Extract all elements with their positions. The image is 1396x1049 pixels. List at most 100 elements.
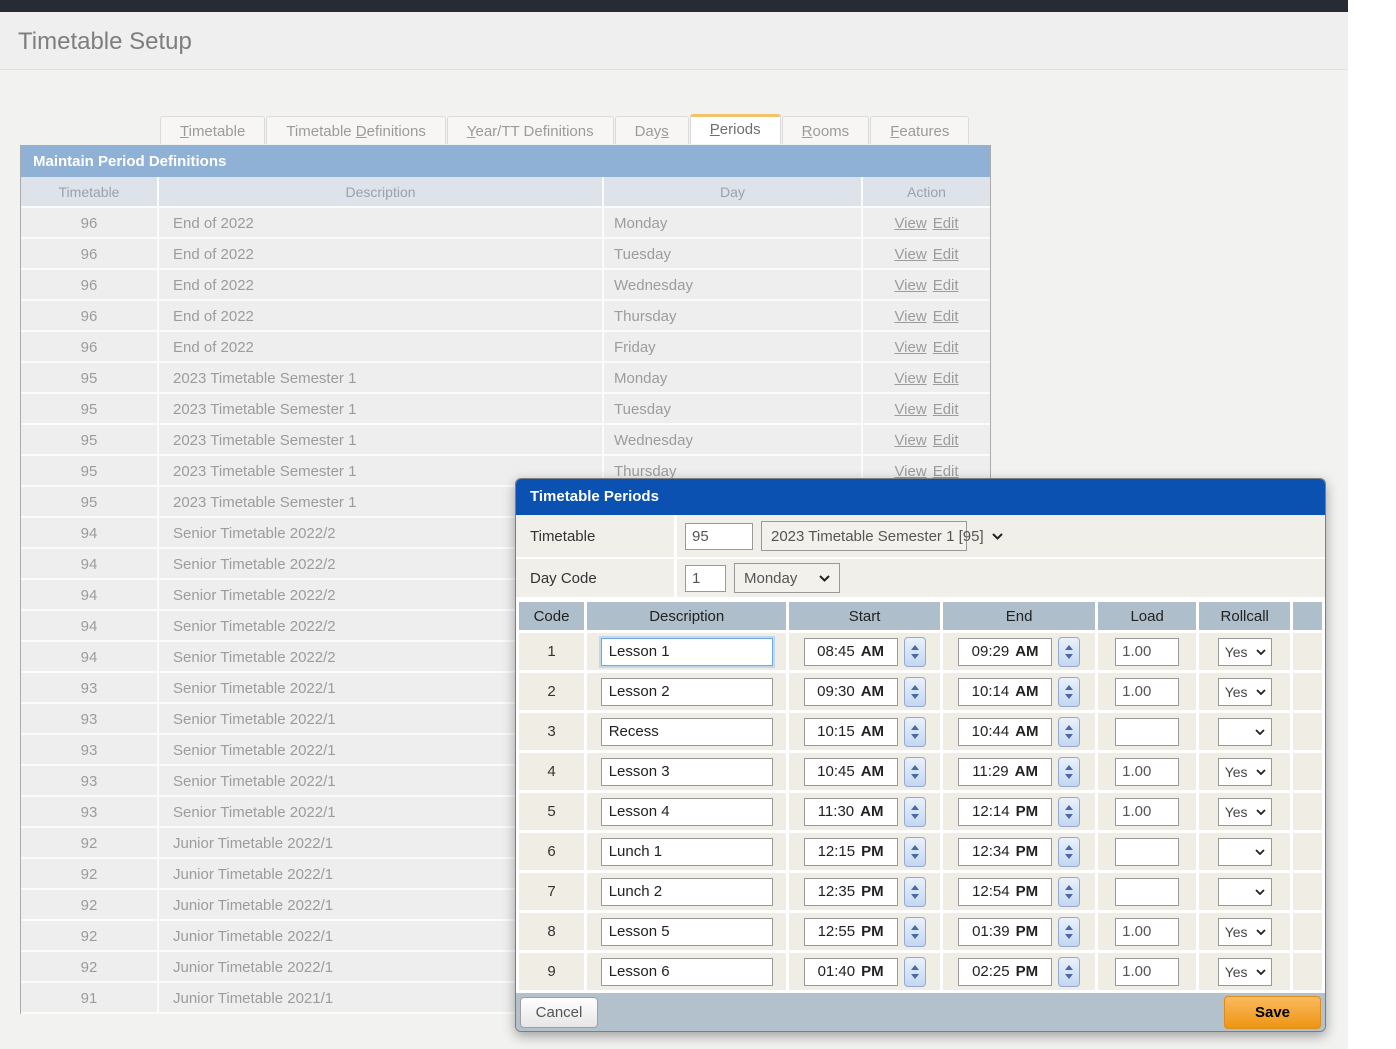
end-time-spinner[interactable] [1058, 837, 1080, 867]
view-link[interactable]: View [894, 370, 926, 387]
spin-down-icon[interactable] [911, 934, 919, 939]
view-link[interactable]: View [894, 432, 926, 449]
tab-days[interactable]: Days [615, 116, 689, 144]
period-description-input[interactable] [601, 718, 773, 746]
period-description-input[interactable] [601, 838, 773, 866]
period-description-input[interactable] [601, 918, 773, 946]
spin-up-icon[interactable] [911, 725, 919, 730]
spin-down-icon[interactable] [1065, 894, 1073, 899]
start-time-input[interactable]: 12:35PM [804, 878, 898, 906]
period-description-input[interactable] [601, 878, 773, 906]
spin-up-icon[interactable] [911, 965, 919, 970]
spin-up-icon[interactable] [1065, 765, 1073, 770]
load-input[interactable] [1115, 758, 1179, 786]
cancel-button[interactable]: Cancel [520, 997, 598, 1028]
spin-up-icon[interactable] [911, 885, 919, 890]
spin-up-icon[interactable] [1065, 965, 1073, 970]
period-description-input[interactable] [601, 798, 773, 826]
rollcall-select[interactable] [1218, 838, 1272, 866]
timetable-select[interactable]: 2023 Timetable Semester 1 [95] [761, 521, 967, 551]
spin-up-icon[interactable] [1065, 885, 1073, 890]
end-time-input[interactable]: 01:39PM [958, 918, 1052, 946]
view-link[interactable]: View [894, 308, 926, 325]
spin-down-icon[interactable] [911, 654, 919, 659]
view-link[interactable]: View [894, 339, 926, 356]
start-time-spinner[interactable] [904, 837, 926, 867]
end-time-input[interactable]: 02:25PM [958, 958, 1052, 986]
start-time-input[interactable]: 09:30AM [804, 678, 898, 706]
edit-link[interactable]: Edit [933, 401, 959, 418]
tab-year-tt-definitions[interactable]: Year/TT Definitions [447, 116, 614, 144]
end-time-input[interactable]: 11:29AM [958, 758, 1052, 786]
edit-link[interactable]: Edit [933, 277, 959, 294]
load-input[interactable] [1115, 638, 1179, 666]
end-time-spinner[interactable] [1058, 677, 1080, 707]
edit-link[interactable]: Edit [933, 432, 959, 449]
spin-up-icon[interactable] [1065, 845, 1073, 850]
period-description-input[interactable] [601, 638, 773, 666]
view-link[interactable]: View [894, 277, 926, 294]
spin-up-icon[interactable] [1065, 725, 1073, 730]
start-time-spinner[interactable] [904, 757, 926, 787]
tab-rooms[interactable]: Rooms [782, 116, 870, 144]
period-description-input[interactable] [601, 678, 773, 706]
save-button[interactable]: Save [1224, 996, 1321, 1029]
end-time-input[interactable]: 12:14PM [958, 798, 1052, 826]
load-input[interactable] [1115, 798, 1179, 826]
load-input[interactable] [1115, 878, 1179, 906]
spin-up-icon[interactable] [1065, 645, 1073, 650]
load-input[interactable] [1115, 838, 1179, 866]
view-link[interactable]: View [894, 246, 926, 263]
rollcall-select[interactable]: Yes [1218, 758, 1272, 786]
edit-link[interactable]: Edit [933, 215, 959, 232]
end-time-input[interactable]: 12:54PM [958, 878, 1052, 906]
start-time-spinner[interactable] [904, 717, 926, 747]
start-time-input[interactable]: 10:15AM [804, 718, 898, 746]
start-time-input[interactable]: 01:40PM [804, 958, 898, 986]
spin-down-icon[interactable] [1065, 854, 1073, 859]
end-time-spinner[interactable] [1058, 917, 1080, 947]
load-input[interactable] [1115, 718, 1179, 746]
rollcall-select[interactable]: Yes [1218, 918, 1272, 946]
load-input[interactable] [1115, 918, 1179, 946]
spin-up-icon[interactable] [911, 645, 919, 650]
start-time-spinner[interactable] [904, 877, 926, 907]
day-select[interactable]: Monday [734, 563, 840, 593]
spin-down-icon[interactable] [911, 894, 919, 899]
rollcall-select[interactable]: Yes [1218, 798, 1272, 826]
start-time-spinner[interactable] [904, 677, 926, 707]
spin-down-icon[interactable] [911, 854, 919, 859]
rollcall-select[interactable]: Yes [1218, 958, 1272, 986]
spin-down-icon[interactable] [911, 734, 919, 739]
view-link[interactable]: View [894, 401, 926, 418]
start-time-input[interactable]: 12:55PM [804, 918, 898, 946]
rollcall-select[interactable]: Yes [1218, 678, 1272, 706]
edit-link[interactable]: Edit [933, 339, 959, 356]
spin-up-icon[interactable] [911, 925, 919, 930]
end-time-spinner[interactable] [1058, 717, 1080, 747]
load-input[interactable] [1115, 958, 1179, 986]
day-code-input[interactable] [685, 565, 726, 592]
end-time-input[interactable]: 09:29AM [958, 638, 1052, 666]
end-time-spinner[interactable] [1058, 957, 1080, 987]
tab-features[interactable]: Features [870, 116, 969, 144]
start-time-spinner[interactable] [904, 917, 926, 947]
spin-down-icon[interactable] [1065, 934, 1073, 939]
edit-link[interactable]: Edit [933, 370, 959, 387]
spin-down-icon[interactable] [1065, 694, 1073, 699]
start-time-input[interactable]: 12:15PM [804, 838, 898, 866]
end-time-spinner[interactable] [1058, 757, 1080, 787]
start-time-spinner[interactable] [904, 797, 926, 827]
spin-down-icon[interactable] [911, 694, 919, 699]
tab-periods[interactable]: Periods [690, 114, 781, 144]
spin-up-icon[interactable] [911, 765, 919, 770]
spin-up-icon[interactable] [1065, 925, 1073, 930]
spin-down-icon[interactable] [911, 974, 919, 979]
spin-down-icon[interactable] [1065, 814, 1073, 819]
edit-link[interactable]: Edit [933, 308, 959, 325]
tab-timetable-definitions[interactable]: Timetable Definitions [266, 116, 446, 144]
end-time-spinner[interactable] [1058, 877, 1080, 907]
spin-down-icon[interactable] [1065, 974, 1073, 979]
start-time-input[interactable]: 08:45AM [804, 638, 898, 666]
timetable-code-input[interactable] [685, 523, 753, 550]
